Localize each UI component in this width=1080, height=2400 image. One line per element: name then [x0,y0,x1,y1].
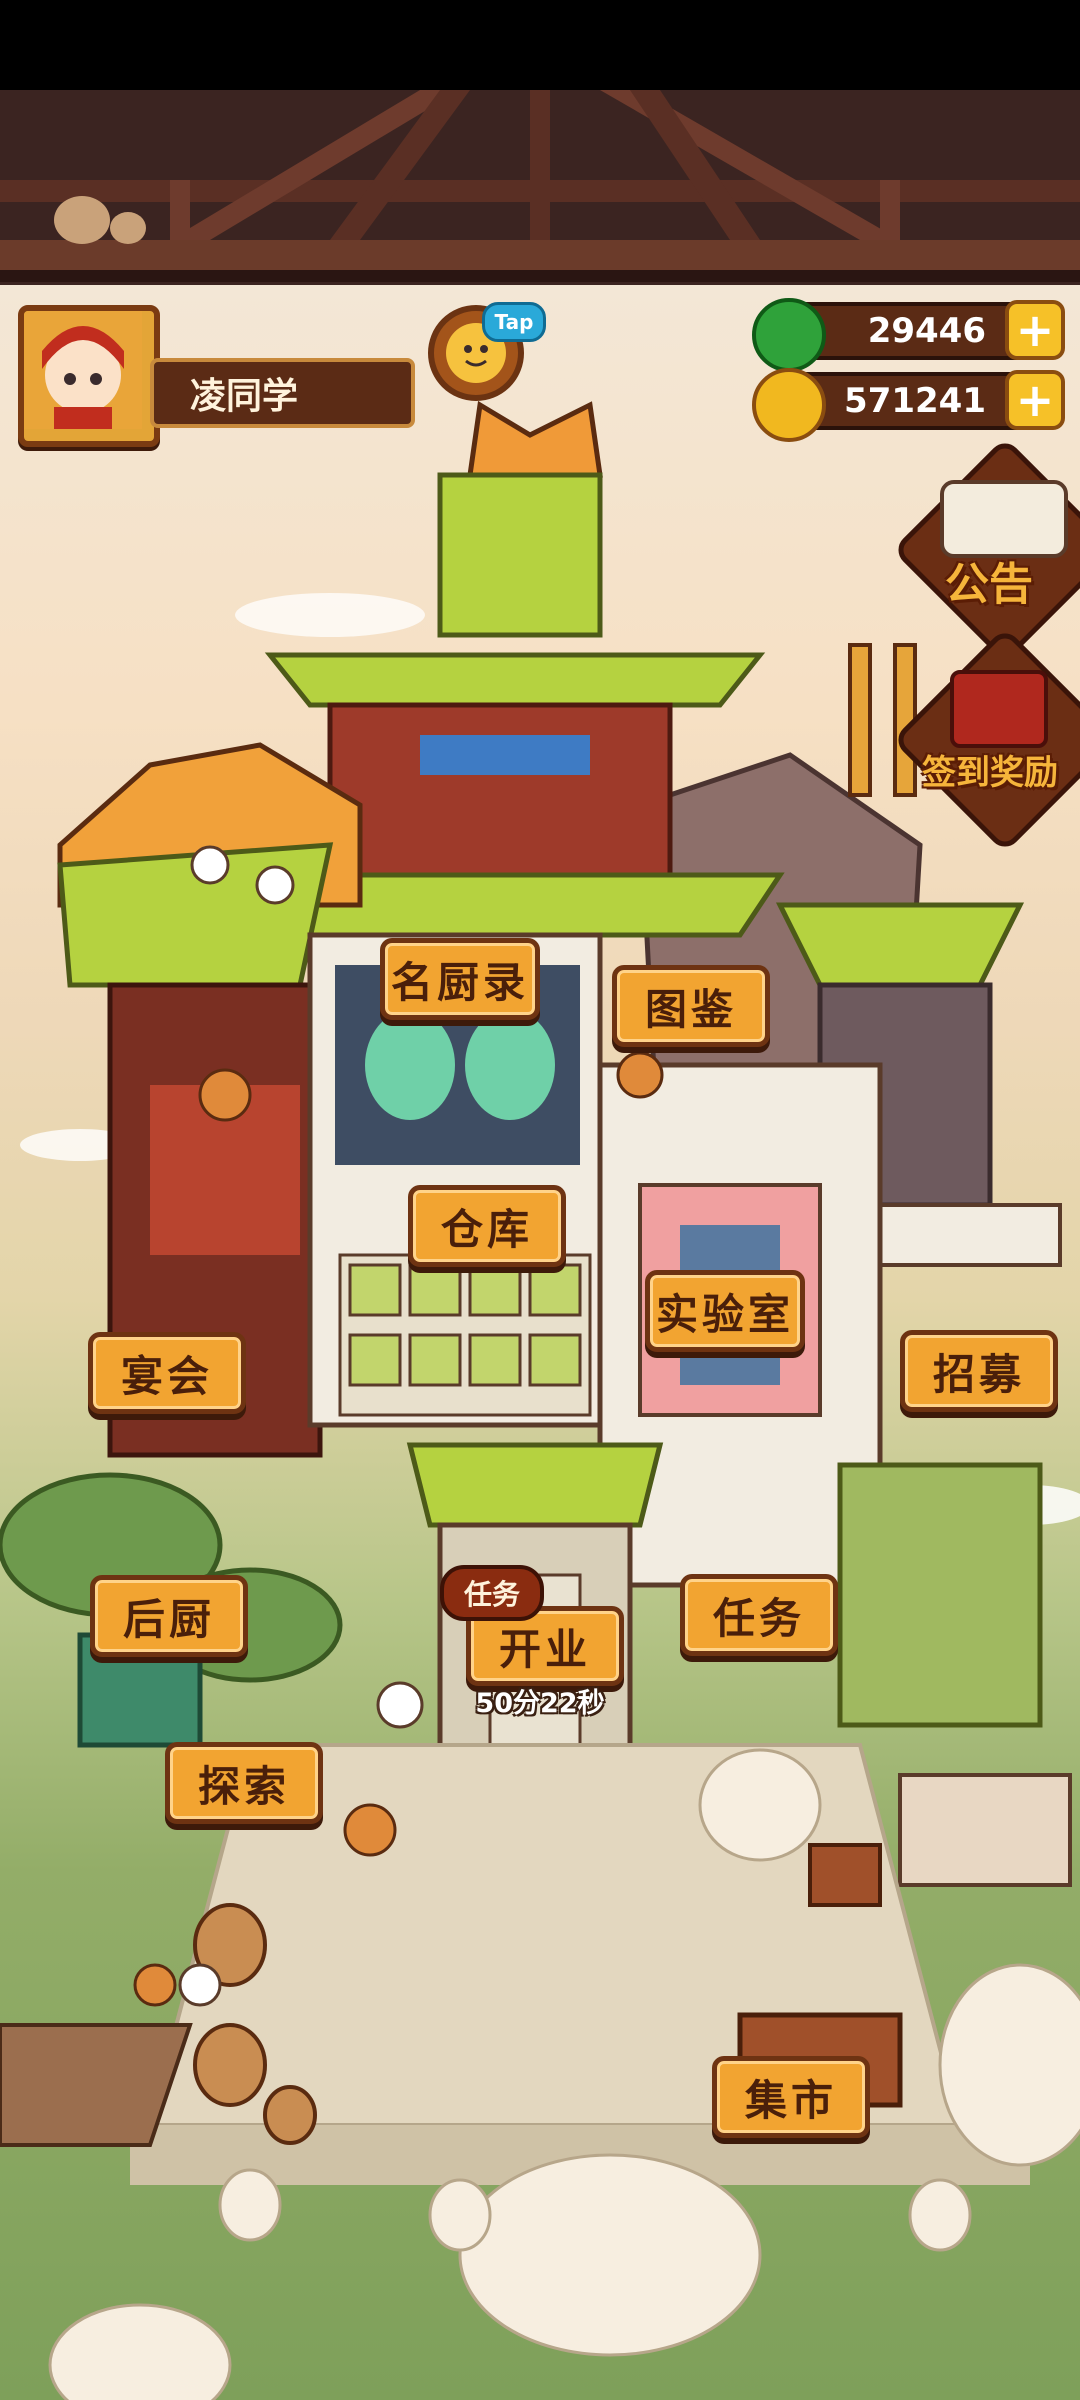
quest-badge: 任务 [440,1565,544,1621]
banquet-sign[interactable]: 宴会 [88,1332,246,1414]
tap-badge: Tap [482,302,546,342]
explore-sign[interactable]: 探索 [165,1742,323,1824]
wooden-beams-art [0,90,1080,285]
player-name-plate[interactable]: 凌同学 [150,358,415,428]
famous-chefs-sign[interactable]: 名厨录 [380,938,540,1020]
checkin-reward-button[interactable]: 签到奖励 [922,745,1058,794]
open-business-timer: 50分22秒 [475,1687,605,1719]
market-sign[interactable]: 集市 [712,2056,870,2138]
add-gold-button[interactable]: + [1005,370,1065,430]
recruit-sign[interactable]: 招募 [900,1330,1058,1412]
announcement-button[interactable]: 公告 [945,548,1033,612]
jade-coin-icon [752,298,826,372]
status-bar [0,0,1080,90]
reward-chest-icon [950,670,1048,748]
back-kitchen-sign[interactable]: 后厨 [90,1575,248,1657]
avatar-portrait-icon [24,311,142,429]
catalog-sign[interactable]: 图鉴 [612,965,770,1047]
warehouse-sign[interactable]: 仓库 [408,1185,566,1267]
gold-amount: 571241 [844,381,986,421]
speech-bubble-icon [940,480,1068,558]
player-avatar[interactable] [18,305,160,447]
player-name: 凌同学 [190,376,299,417]
lab-sign[interactable]: 实验室 [645,1270,805,1352]
roof-beams [0,90,1080,285]
add-jade-button[interactable]: + [1005,300,1065,360]
gold-coin-icon [752,368,826,442]
jade-amount: 29446 [867,311,986,351]
quest-sign[interactable]: 任务 [680,1574,838,1656]
